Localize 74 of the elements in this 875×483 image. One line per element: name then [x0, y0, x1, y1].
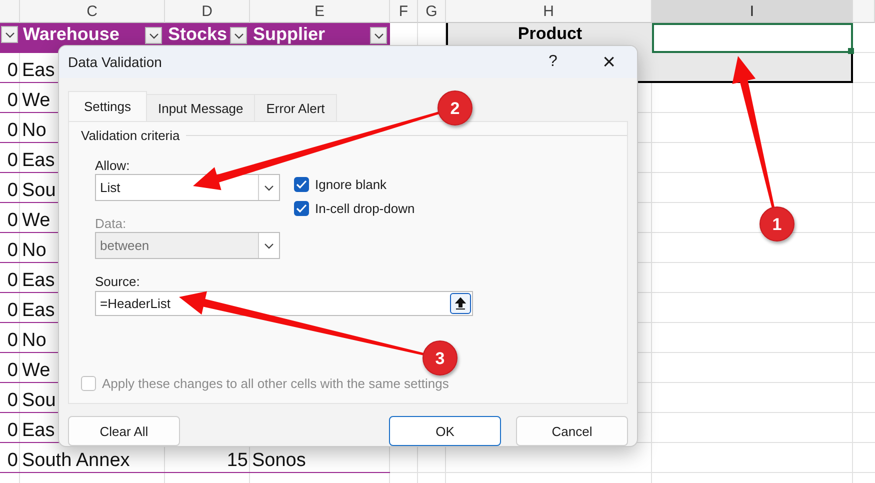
table-cell-text: No	[21, 330, 48, 353]
number-badge: 2	[438, 90, 472, 126]
table-cell-text: 0	[6, 90, 19, 113]
filter-button[interactable]	[370, 27, 387, 44]
column-header[interactable]: G	[418, 0, 446, 23]
dialog-button[interactable]: Cancel	[516, 416, 628, 446]
dropdown-icon	[4, 32, 14, 38]
field-label: Data:	[95, 216, 128, 232]
table-cell-text: South Annex	[21, 450, 131, 473]
checkbox-label: Ignore blank	[315, 177, 387, 192]
filter-button[interactable]	[1, 26, 18, 43]
table-cell-text: 0	[6, 210, 19, 233]
dialog-button[interactable]: Clear All	[68, 416, 180, 446]
tab[interactable]: Settings	[68, 91, 147, 121]
table-header: Stocks	[168, 24, 228, 44]
table-cell-text: We	[21, 90, 52, 113]
table-cell-text: Eas	[21, 270, 56, 293]
table-cell-text: 0	[6, 270, 19, 293]
table-cell-text: 0	[6, 180, 19, 203]
table-cell-text: We	[21, 210, 52, 233]
table-cell-text: No	[21, 120, 48, 143]
table-cell-text: No	[21, 240, 48, 263]
table-cell-text: 0	[6, 420, 19, 443]
table-cell-text: Sou	[21, 390, 57, 413]
table-cell-text: We	[21, 360, 52, 383]
table-cell-text: Eas	[21, 150, 56, 173]
column-header[interactable]: E	[250, 0, 390, 23]
table-cell-text: Eas	[21, 60, 56, 83]
upload-icon	[455, 297, 466, 310]
checkbox-label: Apply these changes to all other cells with the same settings	[102, 376, 449, 391]
table-header: Warehouse	[23, 24, 120, 44]
dropdown-icon	[374, 32, 384, 38]
table-cell-text: 0	[6, 330, 19, 353]
collapse-button[interactable]	[450, 293, 471, 314]
dropdown-field[interactable]: List	[95, 174, 280, 201]
column-header[interactable]: C	[20, 0, 165, 23]
selected-cell[interactable]	[652, 23, 853, 53]
chevron-down-icon	[264, 242, 274, 248]
column-header[interactable]: H	[446, 0, 652, 23]
table-cell-text: Eas	[21, 420, 56, 443]
checkbox[interactable]	[294, 201, 309, 216]
table-cell-text: Sonos	[251, 450, 307, 473]
dropdown-icon	[234, 32, 244, 38]
help-button[interactable]: ?	[533, 53, 573, 71]
filter-button[interactable]	[145, 27, 162, 44]
table-cell-text: 15	[226, 450, 249, 473]
filter-button[interactable]	[230, 27, 247, 44]
tab[interactable]: Error Alert	[254, 94, 337, 121]
table-cell-text: 0	[6, 300, 19, 323]
table-cell-text: 0	[6, 60, 19, 83]
group-label: Validation criteria	[81, 128, 180, 143]
source-field[interactable]: =HeaderList	[95, 291, 473, 316]
table-cell-text: 0	[6, 390, 19, 413]
dialog-button[interactable]: OK	[389, 416, 501, 446]
chevron-down-icon	[264, 184, 274, 190]
table-cell-text: 0	[6, 360, 19, 383]
table-cell-text: Eas	[21, 300, 56, 323]
checkbox-label: In-cell drop-down	[315, 201, 415, 216]
dialog-title: Data Validation	[68, 54, 163, 70]
column-header[interactable]: I	[652, 0, 853, 23]
field-label: Allow:	[95, 158, 131, 174]
table-cell-text: Sou	[21, 180, 57, 203]
field-label: Source:	[95, 274, 141, 290]
table-cell-text: 0	[6, 120, 19, 143]
column-header[interactable]: D	[165, 0, 250, 23]
number-badge: 3	[422, 340, 458, 376]
table-cell-text: 0	[6, 240, 19, 263]
table-header: Supplier	[253, 24, 326, 44]
table-cell-text: 0	[6, 450, 19, 473]
checkbox[interactable]	[294, 177, 309, 192]
dropdown-icon	[148, 32, 158, 38]
table-cell-text: 0	[6, 150, 19, 173]
number-badge: 1	[760, 206, 794, 242]
column-header[interactable]: F	[390, 0, 418, 23]
